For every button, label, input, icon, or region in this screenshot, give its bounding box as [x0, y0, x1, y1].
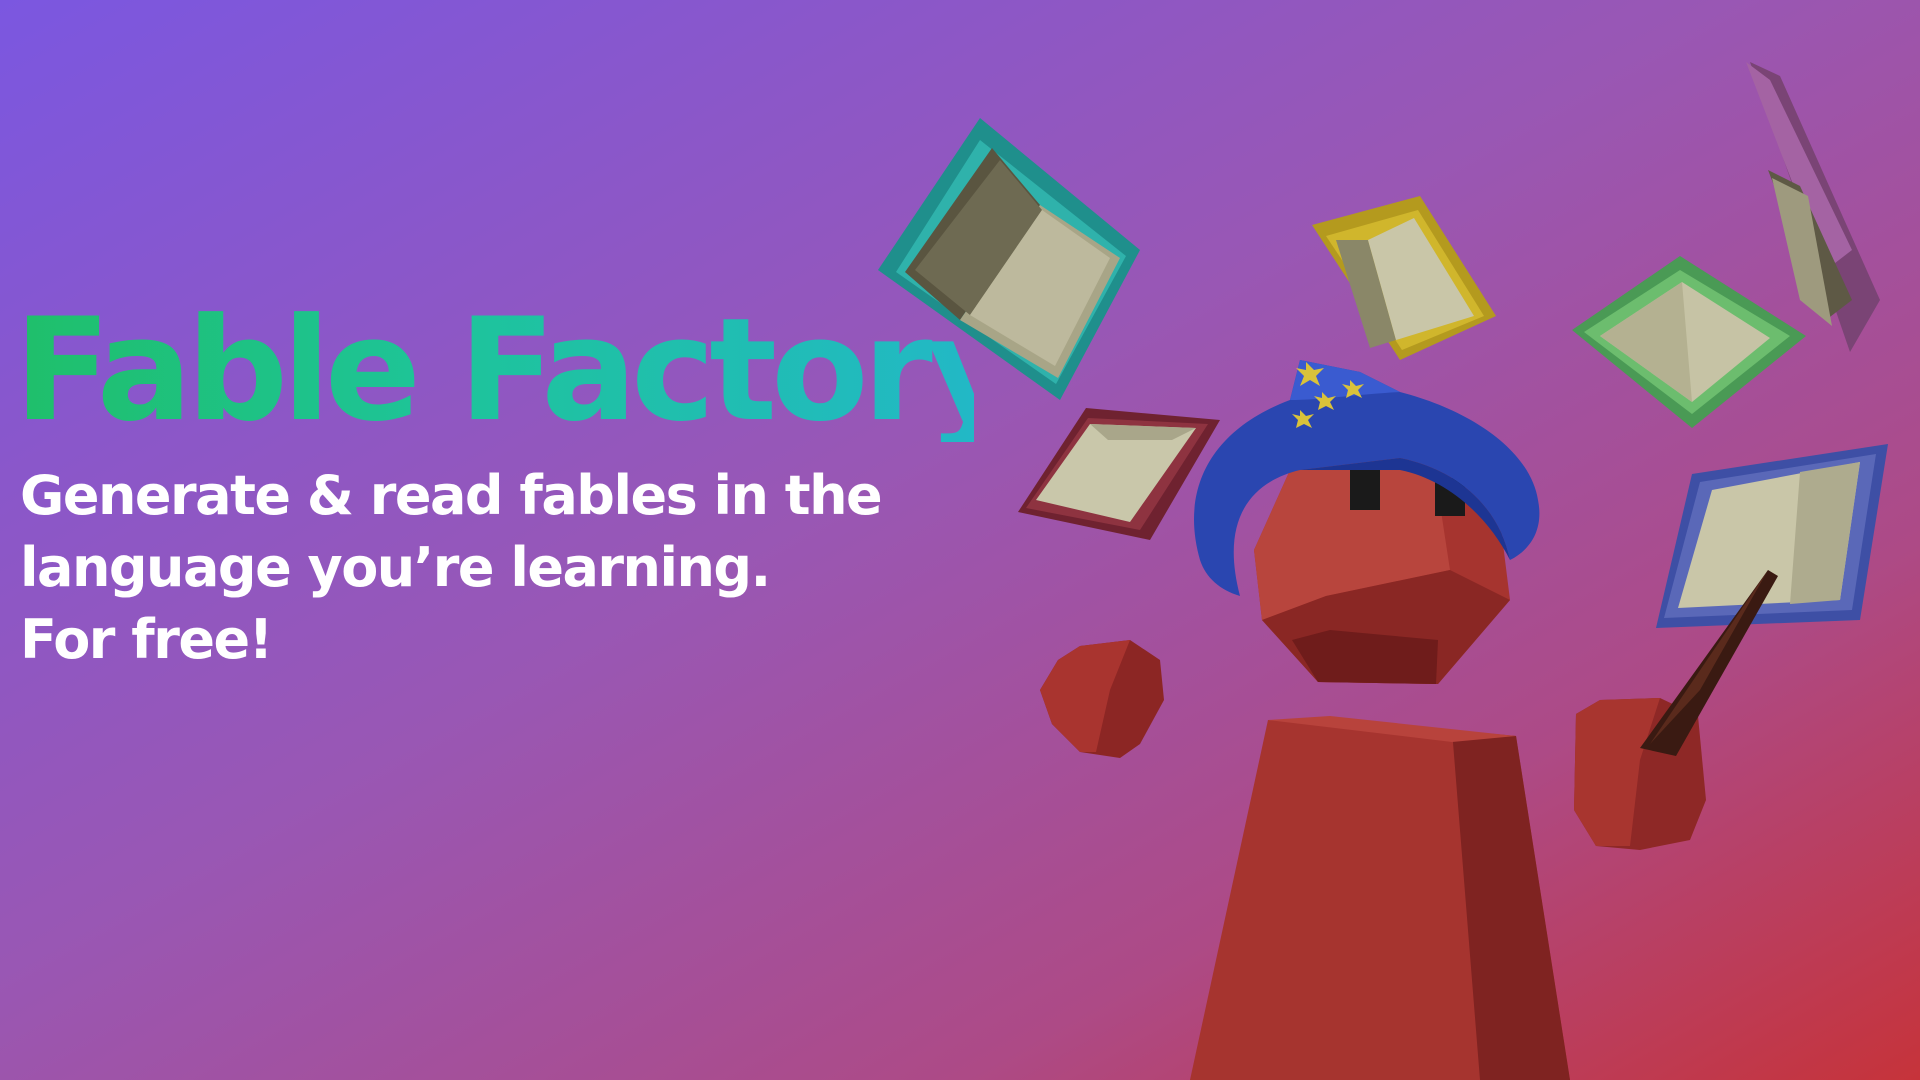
open-book-green: [1572, 256, 1806, 428]
open-book-maroon: [1018, 408, 1220, 540]
tagline-line-1: Generate & read fables in the: [20, 464, 883, 527]
wizard-left-hand: [1040, 640, 1164, 758]
hero-text-block: Fable Factory Generate & read fables in …: [14, 288, 1019, 676]
open-book-purple: [1746, 62, 1880, 352]
tagline-line-2: language you’re learning.: [20, 536, 771, 599]
hero-banner: Fable Factory Generate & read fables in …: [0, 0, 1920, 1080]
app-title: Fable Factory: [14, 288, 1019, 453]
tagline: Generate & read fables in the language y…: [20, 460, 974, 676]
open-book-yellow: [1312, 196, 1496, 360]
wizard-body: [1190, 716, 1570, 1080]
open-book-blue: [1656, 444, 1888, 628]
tagline-line-3: For free!: [20, 608, 273, 671]
